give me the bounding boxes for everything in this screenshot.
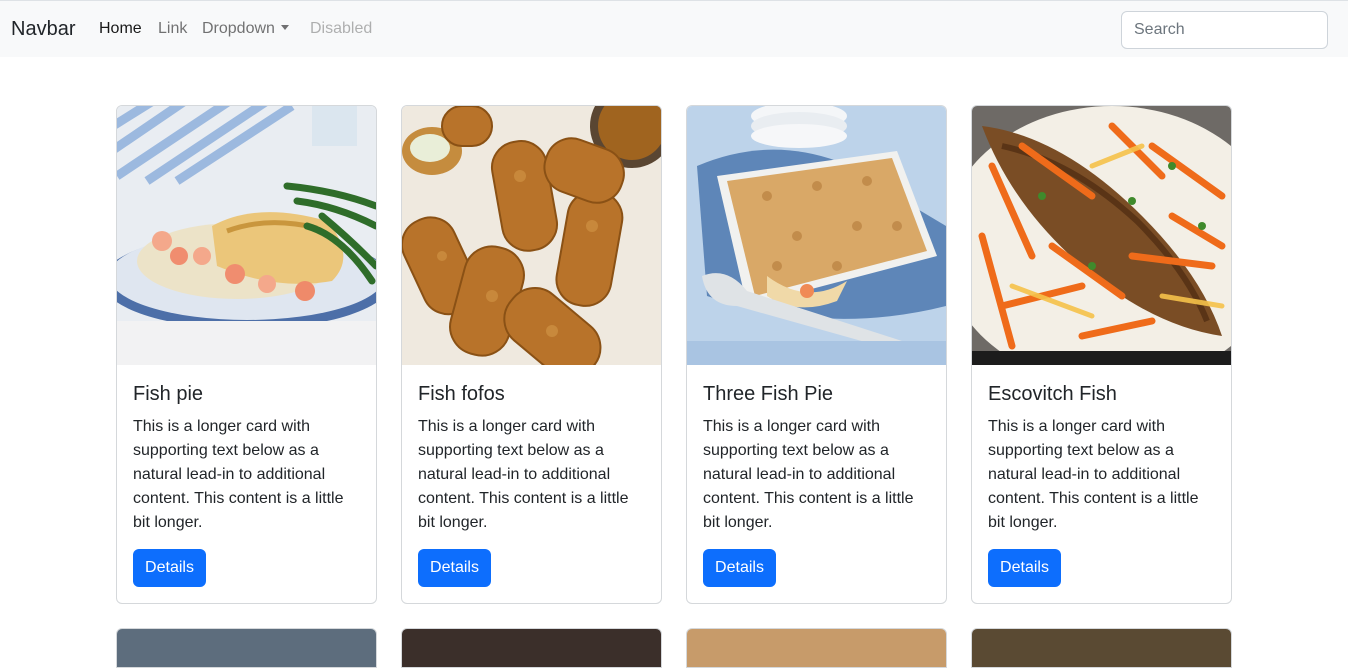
card-title: Fish fofos: [418, 383, 505, 405]
card-title: Fish pie: [133, 383, 204, 405]
details-button[interactable]: Details: [703, 549, 776, 587]
card-text: This is a longer card with supporting te…: [418, 418, 629, 531]
card-image: [117, 106, 376, 365]
card-image-partial: [971, 628, 1232, 668]
card-fish-fofos: Fish fofos This is a longer card with su…: [401, 105, 662, 604]
details-button[interactable]: Details: [988, 549, 1061, 587]
card-image: [402, 106, 661, 365]
details-button[interactable]: Details: [133, 549, 206, 587]
card-escovitch-fish: Escovitch Fish This is a longer card wit…: [971, 105, 1232, 604]
card-text: This is a longer card with supporting te…: [988, 418, 1199, 531]
chevron-down-icon: [280, 25, 289, 30]
navbar-brand[interactable]: Navbar: [11, 18, 75, 41]
card-image-partial: [116, 628, 377, 668]
card-image: [972, 106, 1231, 365]
nav-dropdown[interactable]: Dropdown: [202, 20, 289, 38]
nav-link-disabled: Disabled: [310, 20, 373, 37]
card-image-partial: [686, 628, 947, 668]
card-text: This is a longer card with supporting te…: [703, 418, 914, 531]
nav-link-link[interactable]: Link: [158, 20, 187, 38]
search-input[interactable]: [1121, 11, 1328, 49]
card-fish-pie: Fish pie This is a longer card with supp…: [116, 105, 377, 604]
navbar: Navbar Home Link Dropdown Disabled: [0, 0, 1348, 57]
card-title: Escovitch Fish: [988, 383, 1117, 405]
nav-dropdown-label: Dropdown: [202, 20, 275, 37]
card-image-partial: [401, 628, 662, 668]
card-text: This is a longer card with supporting te…: [133, 418, 344, 531]
card-image: [687, 106, 946, 365]
card-three-fish-pie: Three Fish Pie This is a longer card wit…: [686, 105, 947, 604]
details-button[interactable]: Details: [418, 549, 491, 587]
card-title: Three Fish Pie: [703, 383, 834, 405]
nav-link-home[interactable]: Home: [99, 20, 142, 38]
